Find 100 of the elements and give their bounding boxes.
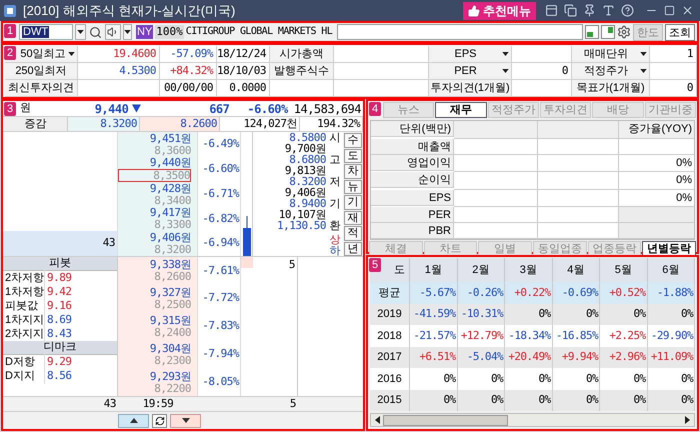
change-rate: -6.49%	[202, 136, 239, 152]
price-usd: 8,3400	[154, 194, 191, 206]
table-cell: +11.09%	[648, 346, 695, 368]
table-cell: 0%	[648, 304, 695, 325]
exchange-badge: NY	[136, 25, 154, 39]
row-label: PER	[371, 207, 454, 223]
side-button[interactable]: 년	[344, 242, 362, 256]
refresh-button[interactable]	[152, 414, 167, 428]
horizontal-scrollbar[interactable]	[370, 413, 695, 427]
price-krw: 9,451원	[150, 132, 191, 145]
table-cell: +20.49%	[505, 346, 552, 368]
maximize-icon[interactable]	[664, 5, 675, 16]
table-cell: -5.04%	[458, 346, 505, 368]
up-triangle-icon	[130, 418, 138, 423]
side-button[interactable]: 기	[344, 195, 362, 210]
refresh-icon	[154, 416, 164, 426]
stat-label: 시가총액	[280, 47, 324, 62]
change-rate: -6.71%	[202, 186, 239, 202]
pivot-label: D지지	[3, 368, 45, 384]
column-header: 2월	[458, 258, 505, 282]
year-cell: 2019	[370, 304, 410, 325]
scroll-down-button[interactable]	[170, 414, 201, 428]
stat-label: 적정주가	[583, 64, 629, 79]
table-cell: 0%	[600, 304, 648, 325]
price-krw: 9,315원	[150, 314, 191, 327]
pin-icon[interactable]	[583, 4, 596, 17]
pivot-value: 8.69	[46, 312, 72, 328]
recommend-menu-button[interactable]: 추천메뉴	[463, 2, 536, 20]
caret-icon	[77, 30, 84, 34]
step-badge: 5	[369, 258, 382, 272]
side-button[interactable]: 재	[344, 210, 362, 225]
text-field[interactable]	[337, 24, 583, 40]
close-icon[interactable]	[681, 4, 694, 17]
change-rate: -7.72%	[202, 290, 239, 306]
stat-label: 50일최고	[20, 47, 66, 62]
compare-label: 증감	[4, 117, 68, 131]
scroll-up-button[interactable]	[118, 414, 149, 428]
font-icon[interactable]	[602, 4, 615, 17]
price-usd: 8,2400	[154, 326, 191, 338]
price-krw: 9,417원	[150, 207, 191, 220]
speaker-button[interactable]	[105, 24, 121, 40]
toolbar-button[interactable]: 조회	[665, 24, 695, 40]
layout-icon[interactable]	[545, 4, 558, 17]
row-label: PBR	[371, 223, 454, 239]
change-rate: -8.05%	[202, 374, 239, 390]
compare-value: 194.32%	[300, 117, 363, 131]
change-rate: -7.83%	[202, 318, 239, 334]
price-krw: 9,406원	[150, 232, 191, 244]
table-cell: -10.31%	[458, 304, 505, 325]
stat-label: PER	[453, 64, 478, 79]
price-usd: 8,2200	[154, 382, 191, 394]
stat-label: 최신투자의견	[8, 81, 74, 96]
window-title: [2010] 해외주식 현재가-실시간(미국)	[23, 2, 236, 20]
tab[interactable]: 재무	[435, 102, 487, 118]
current-price: 9,440	[94, 100, 128, 118]
dropdown-button[interactable]	[75, 24, 86, 40]
side-button[interactable]: 차	[344, 164, 362, 178]
table-header: 단위(백만)	[371, 121, 454, 137]
pivot-value: 8.43	[46, 326, 72, 342]
window-icon[interactable]	[585, 25, 599, 39]
windows-icon[interactable]	[564, 4, 577, 17]
price-label: 기	[328, 197, 342, 212]
bid-quantity: 5	[288, 258, 295, 271]
side-button[interactable]: 적	[344, 226, 362, 240]
pivot-label: 1차지지	[3, 312, 45, 328]
volume-value: 14,583,694	[294, 100, 361, 118]
caret-icon	[124, 30, 131, 34]
settings-icon[interactable]	[617, 25, 631, 39]
pivot-label: D저항	[3, 354, 45, 370]
candlestick-icon	[242, 216, 252, 256]
row-label: 매출액	[371, 138, 454, 154]
change-rate: -6.60%	[202, 161, 239, 177]
symbol-field[interactable]: DWT	[19, 24, 73, 40]
change-rate: -7.94%	[202, 346, 239, 362]
window-icon[interactable]	[601, 25, 615, 39]
change-rate: -6.94%	[202, 235, 239, 252]
search-icon[interactable]	[89, 26, 102, 38]
stat-value: 00/00/00	[164, 80, 213, 96]
scrollbar-thumb[interactable]	[383, 414, 508, 426]
price-krw: 9,813원	[284, 164, 326, 178]
quote-label: 원	[20, 101, 32, 116]
stat-label: 250일최저	[15, 64, 67, 79]
caret-icon	[68, 52, 75, 56]
speaker-dropdown-button[interactable]	[123, 24, 132, 40]
price-krw: 9,327원	[150, 287, 191, 300]
change-rate: -6.60%	[247, 100, 288, 118]
side-button[interactable]: 수	[344, 133, 362, 148]
side-button[interactable]: 도	[344, 148, 362, 163]
price-usd: 8,3200	[154, 244, 191, 256]
price-krw: 9,304원	[150, 342, 191, 355]
table-cell: -41.59%	[410, 304, 458, 325]
table-cell: 0%	[458, 390, 505, 411]
year-cell: 2017	[370, 346, 410, 368]
table-cell: 0%	[458, 368, 505, 390]
help-icon[interactable]	[621, 4, 634, 17]
step-badge: 4	[369, 102, 382, 116]
side-button[interactable]: 뉴	[344, 180, 362, 194]
price-label: 저	[328, 175, 342, 190]
down-triangle-icon	[182, 418, 190, 423]
table-cell: +0.52%	[600, 282, 648, 304]
